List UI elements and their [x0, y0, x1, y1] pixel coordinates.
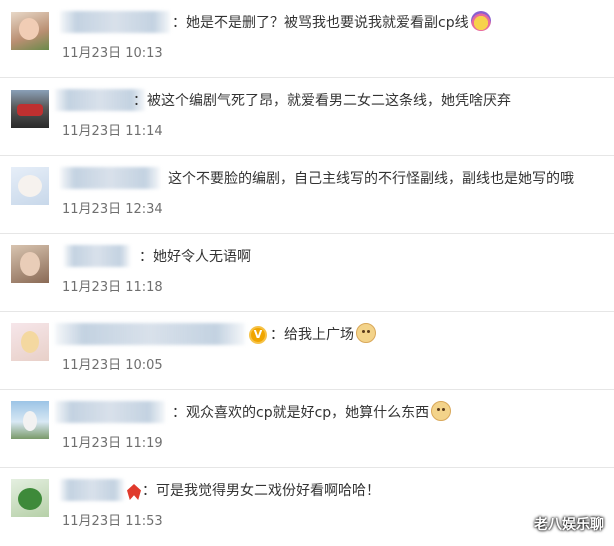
comment-item: V ：给我上广场 11月23日 10:05	[0, 312, 614, 390]
avatar[interactable]	[11, 245, 49, 283]
comment-time[interactable]: 11月23日 11:18	[62, 279, 163, 297]
comment-item: ：观众喜欢的cp就是好cp，她算什么东西 11月23日 11:19	[0, 390, 614, 468]
username-blurred[interactable]	[60, 479, 124, 501]
username-blurred[interactable]	[60, 167, 160, 189]
red-badge-icon	[127, 484, 141, 500]
comment-text: ：可是我觉得男女二戏份好看啊哈哈！	[142, 483, 380, 499]
comment-item: ：她是不是删了？被骂我也要说我就爱看副cp线 11月23日 10:13	[0, 0, 614, 78]
comment-time[interactable]: 11月23日 10:05	[62, 357, 163, 375]
comment-text: ：观众喜欢的cp就是好cp，她算什么东西	[172, 405, 430, 421]
avatar[interactable]	[11, 479, 49, 517]
username-blurred[interactable]	[60, 11, 170, 33]
comment-item: ：她好令人无语啊 11月23日 11:18	[0, 234, 614, 312]
comment-item: 这个不要脸的编剧，自己主线写的不行怪副线，副线也是她写的哦 11月23日 12:…	[0, 156, 614, 234]
comment-text: 这个不要脸的编剧，自己主线写的不行怪副线，副线也是她写的哦	[168, 171, 574, 187]
username-blurred[interactable]	[55, 89, 145, 111]
comment-text-row: ：观众喜欢的cp就是好cp，她算什么东西	[172, 401, 452, 425]
username-blurred[interactable]	[64, 245, 130, 267]
comment-text: ：给我上广场	[270, 327, 354, 343]
comment-text-row: ：她好令人无语啊	[139, 245, 251, 269]
username-blurred[interactable]	[55, 323, 245, 345]
doge-emoji-icon	[356, 323, 376, 343]
comment-text-row: ：被这个编剧气死了昂，就爱看男二女二这条线，她凭啥厌弃	[133, 89, 511, 113]
avatar[interactable]	[11, 323, 49, 361]
avatar[interactable]	[11, 167, 49, 205]
comment-list: ：她是不是删了？被骂我也要说我就爱看副cp线 11月23日 10:13 ：被这个…	[0, 0, 614, 543]
comment-item: ：被这个编剧气死了昂，就爱看男二女二这条线，她凭啥厌弃 11月23日 11:14	[0, 78, 614, 156]
comment-text-row: 这个不要脸的编剧，自己主线写的不行怪副线，副线也是她写的哦	[168, 167, 574, 191]
fan-emoji-icon	[470, 11, 491, 31]
comment-time[interactable]: 11月23日 11:53	[62, 513, 163, 531]
doge-emoji-icon	[431, 401, 452, 421]
avatar[interactable]	[11, 12, 49, 50]
avatar[interactable]	[11, 401, 49, 439]
verified-v-icon: V	[249, 326, 267, 344]
comment-text-row: ：她是不是删了？被骂我也要说我就爱看副cp线	[172, 11, 491, 35]
comment-time[interactable]: 11月23日 12:34	[62, 201, 163, 219]
comment-text-row: ：给我上广场	[270, 323, 376, 347]
username-blurred[interactable]	[55, 401, 165, 423]
comment-text: ：她好令人无语啊	[139, 249, 251, 265]
watermark: 老八娱乐聊	[534, 517, 604, 533]
avatar[interactable]	[11, 90, 49, 128]
comment-time[interactable]: 11月23日 10:13	[62, 45, 163, 63]
comment-time[interactable]: 11月23日 11:14	[62, 123, 163, 141]
comment-time[interactable]: 11月23日 11:19	[62, 435, 163, 453]
comment-text: ：被这个编剧气死了昂，就爱看男二女二这条线，她凭啥厌弃	[133, 93, 511, 109]
comment-item: ：可是我觉得男女二戏份好看啊哈哈！ 11月23日 11:53	[0, 468, 614, 546]
comment-text: ：她是不是删了？被骂我也要说我就爱看副cp线	[172, 15, 469, 31]
comment-text-row: ：可是我觉得男女二戏份好看啊哈哈！	[142, 479, 380, 503]
